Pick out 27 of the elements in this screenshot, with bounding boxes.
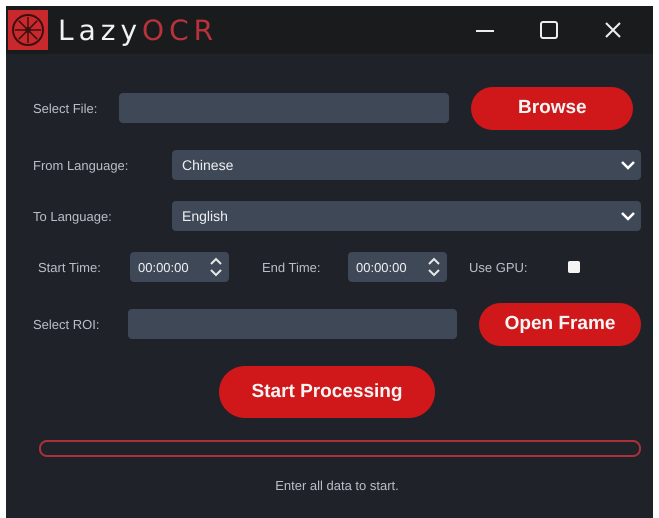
chevron-down-icon: [621, 160, 635, 170]
gpu-checkbox[interactable]: [568, 261, 580, 273]
field-label: Select File:: [33, 100, 98, 116]
maximize-icon[interactable]: [539, 20, 559, 40]
app-title: OCR: [142, 14, 218, 46]
logo-icon: [8, 10, 48, 50]
field-label: End Time:: [262, 260, 322, 274]
start-processing-button[interactable]: Start Processing: [219, 366, 435, 418]
spinner-arrows-icon[interactable]: [427, 256, 441, 278]
status-text: Enter all data to start.: [275, 478, 399, 493]
browse-button[interactable]: Browse: [471, 86, 634, 130]
field-label: Select ROI:: [33, 316, 100, 332]
field-label: From Language:: [33, 158, 130, 172]
spinner-arrows-icon[interactable]: [209, 256, 223, 278]
chevron-down-icon: [621, 211, 635, 221]
language-dropdown[interactable]: English: [172, 201, 641, 231]
time-field[interactable]: 00:00:00: [348, 252, 447, 282]
file-path-field[interactable]: [119, 93, 450, 123]
app-title: Lazy: [58, 14, 142, 46]
language-dropdown[interactable]: Chinese: [172, 150, 641, 180]
field-label: To Language:: [33, 208, 113, 224]
open-frame-button[interactable]: Open Frame: [479, 302, 641, 346]
roi-field[interactable]: [128, 309, 457, 339]
close-icon[interactable]: [603, 20, 623, 40]
field-label: Start Time:: [38, 260, 102, 274]
field-label: Use GPU:: [469, 260, 529, 274]
time-field[interactable]: 00:00:00: [130, 252, 229, 282]
